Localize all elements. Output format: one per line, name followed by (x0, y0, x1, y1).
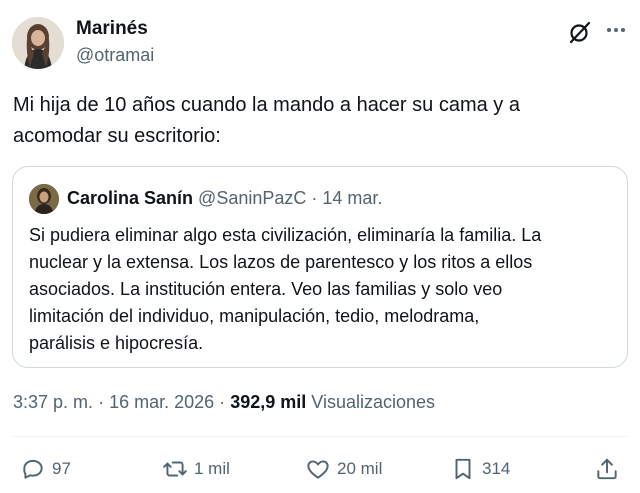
bookmark-count: 314 (482, 459, 511, 478)
share-button[interactable] (594, 455, 620, 483)
tweet-text-line: acomodar su escritorio: (13, 125, 221, 147)
more-icon[interactable] (602, 18, 630, 46)
author-avatar[interactable] (12, 17, 64, 69)
views-label: Visualizaciones (311, 392, 436, 412)
like-button[interactable]: 20 mil (305, 455, 382, 483)
author-name[interactable]: Marinés (76, 18, 148, 40)
views-count: 392,9 mil (230, 392, 307, 412)
reply-icon (23, 459, 43, 479)
divider (12, 436, 628, 437)
heart-icon (307, 460, 329, 479)
quoted-text-line: Si pudiera eliminar algo esta civilizaci… (29, 225, 542, 245)
bookmark-button[interactable]: 314 (450, 455, 510, 483)
avatar-image (12, 17, 64, 69)
repost-button[interactable]: 1 mil (162, 455, 230, 483)
quoted-text-line: parálisis e hipocresía. (29, 333, 204, 353)
tweet-date[interactable]: 16 mar. 2026 (109, 392, 214, 412)
grok-icon[interactable] (566, 18, 594, 46)
quoted-text: Si pudiera eliminar algo esta civilizaci… (29, 222, 619, 357)
tweet-text-line: Mi hija de 10 años cuando la mando a hac… (13, 94, 520, 116)
reply-count: 97 (52, 459, 71, 478)
quoted-avatar[interactable] (29, 184, 59, 214)
quoted-tweet[interactable]: Carolina Sanín @SaninPazC · 14 mar. Si p… (12, 166, 628, 368)
quoted-name[interactable]: Carolina Sanín (67, 188, 193, 208)
quoted-separator: · (311, 188, 318, 208)
quoted-text-line: asociados. La institución entera. Veo la… (29, 279, 503, 299)
tweet-time[interactable]: 3:37 p. m. (13, 392, 93, 412)
tweet-text: Mi hija de 10 años cuando la mando a hac… (13, 90, 613, 152)
quoted-handle[interactable]: @SaninPazC (198, 188, 306, 208)
quoted-date[interactable]: 14 mar. (322, 188, 382, 208)
bookmark-icon (455, 458, 471, 480)
quoted-avatar-image (29, 184, 59, 214)
share-icon (597, 458, 617, 480)
meta-separator: · (219, 392, 226, 412)
quoted-text-line: limitación del individuo, manipulación, … (29, 306, 480, 326)
like-count: 20 mil (337, 459, 383, 478)
reply-button[interactable]: 97 (20, 455, 71, 483)
author-handle[interactable]: @otramai (76, 45, 154, 66)
repost-count: 1 mil (194, 459, 230, 478)
quoted-text-line: nuclear y la extensa. Los lazos de paren… (29, 252, 533, 272)
meta-separator: · (98, 392, 105, 412)
repost-icon (163, 461, 187, 477)
quoted-header: Carolina Sanín @SaninPazC · 14 mar. (67, 188, 382, 209)
tweet-meta: 3:37 p. m. · 16 mar. 2026 · 392,9 mil Vi… (13, 392, 435, 413)
